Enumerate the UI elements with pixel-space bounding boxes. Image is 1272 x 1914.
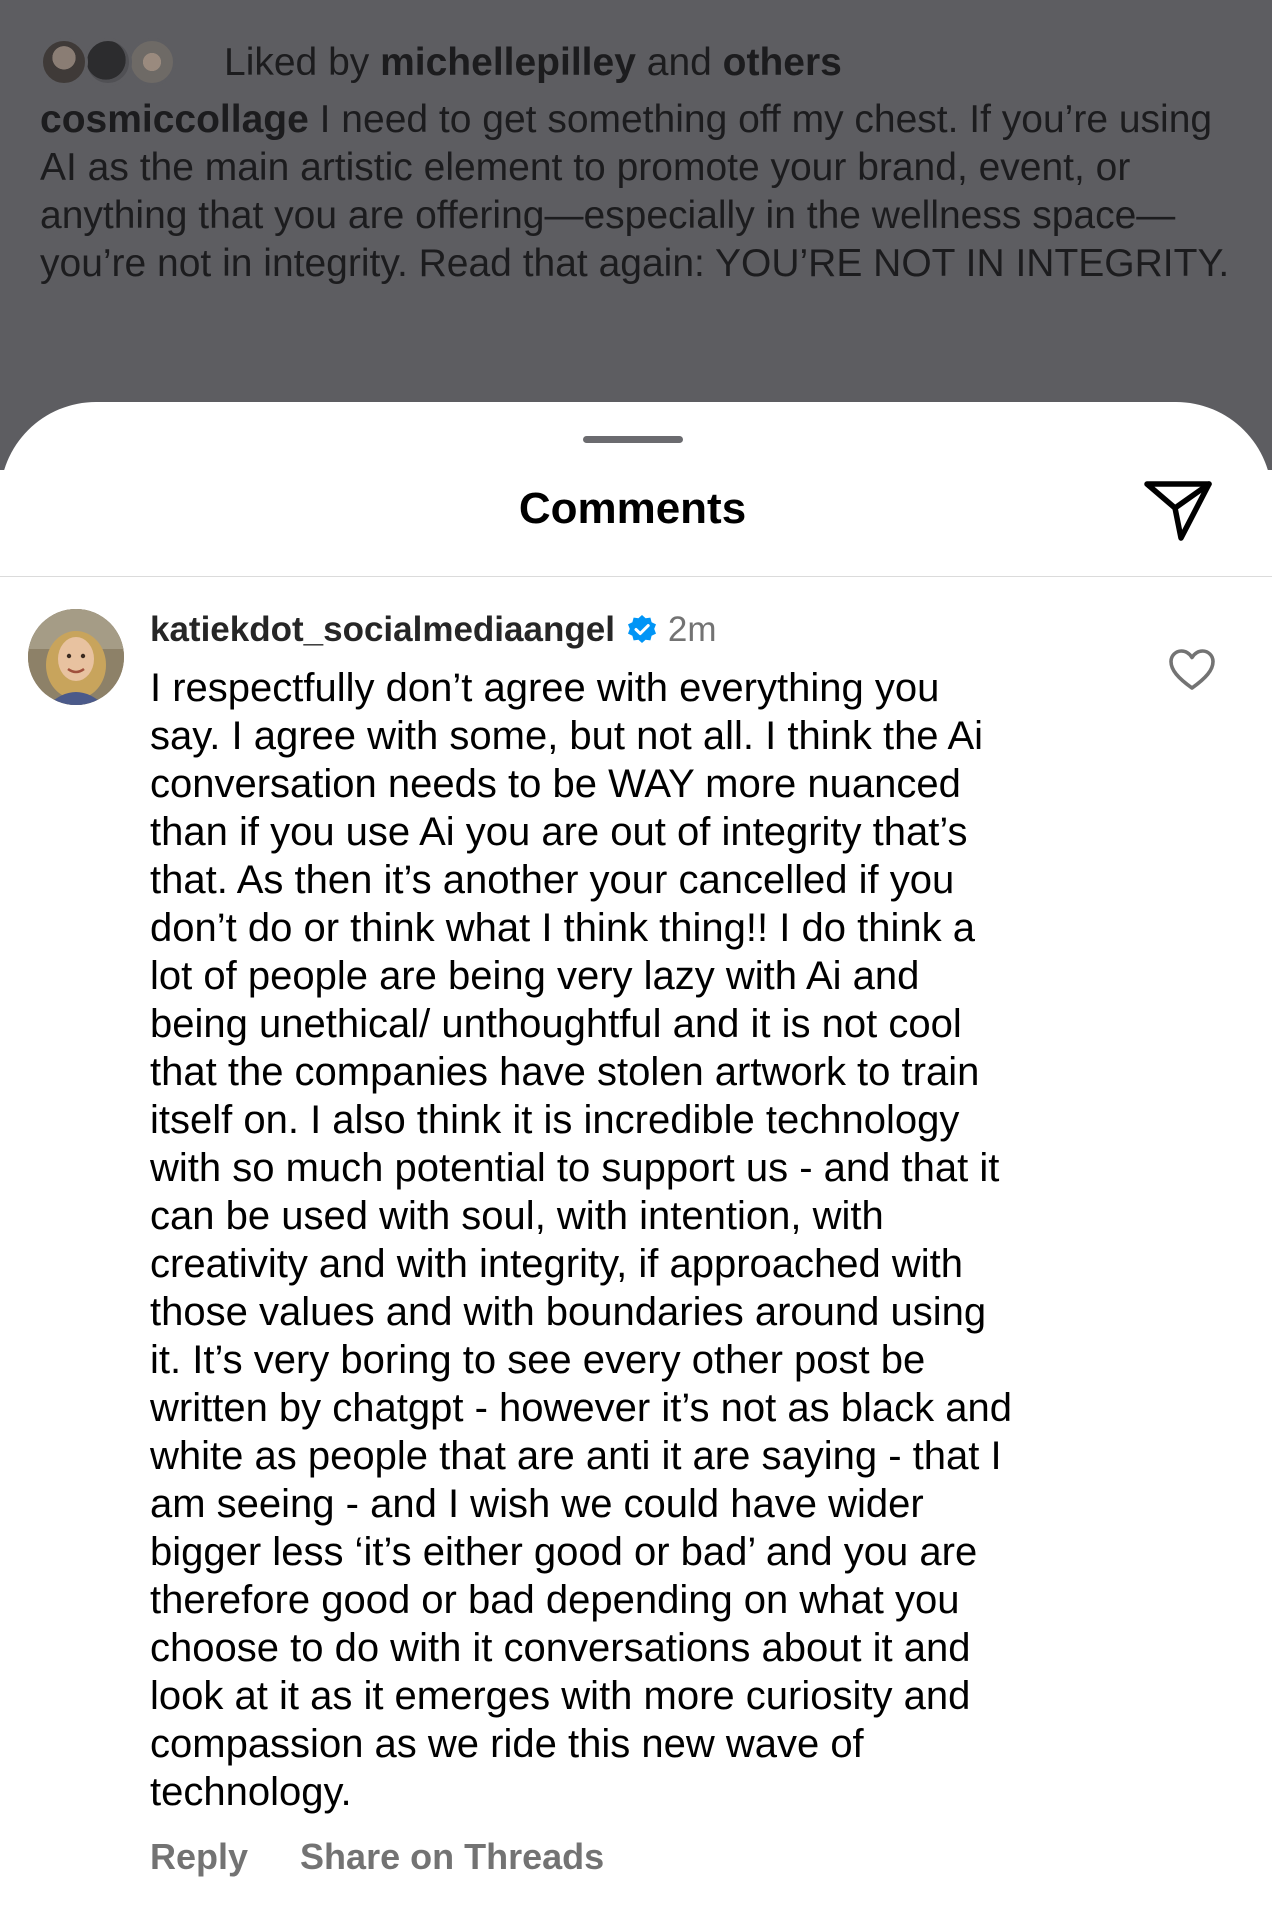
comment-actions: Reply Share on Threads [150, 1836, 604, 1878]
liker-avatar [128, 38, 176, 86]
post-background[interactable]: Liked by michellepilley and others cosmi… [0, 0, 1272, 470]
liked-by-text: Liked by michellepilley and others [224, 41, 842, 85]
post-author[interactable]: cosmiccollage [40, 98, 309, 141]
comment-username[interactable]: katiekdot_socialmediaangel [150, 610, 615, 650]
post-caption: cosmiccollage I need to get something of… [40, 96, 1240, 288]
comment-text: I respectfully don’t agree with everythi… [150, 666, 1012, 1814]
liked-by-row[interactable]: Liked by michellepilley and others [40, 36, 842, 90]
avatar[interactable] [28, 609, 124, 705]
liked-others[interactable]: others [723, 41, 842, 84]
liked-prefix: Liked by [224, 41, 370, 84]
share-on-threads-button[interactable]: Share on Threads [300, 1836, 604, 1878]
heart-icon[interactable] [1168, 648, 1216, 692]
liked-and: and [646, 41, 712, 84]
liker-avatars [40, 36, 180, 90]
sheet-drag-handle[interactable] [583, 436, 683, 443]
paper-plane-icon[interactable] [1143, 478, 1213, 542]
verified-badge-icon [627, 615, 656, 643]
reply-button[interactable]: Reply [150, 1836, 248, 1878]
liker-avatar [84, 38, 132, 86]
header-divider [0, 576, 1272, 577]
instagram-comments-screen: Liked by michellepilley and others cosmi… [0, 0, 1272, 1914]
profile-photo [28, 609, 124, 705]
sheet-title: Comments [518, 484, 747, 533]
comment-timestamp: 2m [667, 610, 717, 649]
liked-user[interactable]: michellepilley [380, 41, 636, 84]
liker-avatar [40, 38, 88, 86]
comment-header: katiekdot_socialmediaangel 2m [150, 605, 717, 655]
